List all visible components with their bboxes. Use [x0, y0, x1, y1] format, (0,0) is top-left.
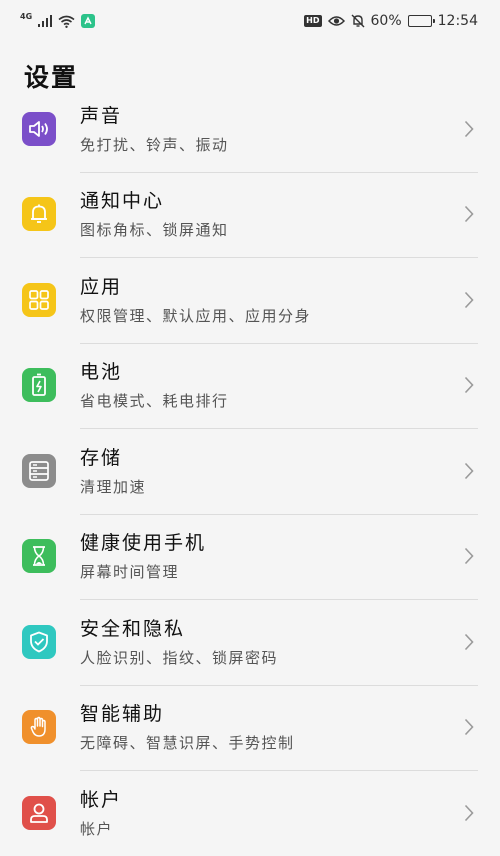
- chevron-right-icon: [464, 633, 474, 650]
- network-type: 4G: [20, 12, 33, 21]
- settings-item-subtitle: 权限管理、默认应用、应用分身: [80, 306, 312, 325]
- signal-icon: [38, 15, 53, 27]
- settings-item-apps[interactable]: 应用 权限管理、默认应用、应用分身: [0, 257, 500, 343]
- mute-bell-icon: [351, 14, 365, 28]
- shortcut-app-icon: [81, 14, 96, 28]
- settings-item-title: 声音: [80, 104, 123, 127]
- hourglass-icon: [22, 539, 56, 574]
- settings-item-title: 帐户: [80, 788, 123, 811]
- settings-item-subtitle: 无障碍、智慧识屏、手势控制: [80, 734, 295, 753]
- settings-item-subtitle: 图标角标、锁屏通知: [80, 221, 229, 240]
- settings-item-subtitle: 屏幕时间管理: [80, 563, 180, 582]
- settings-item-title: 应用: [80, 275, 123, 298]
- settings-item-sound[interactable]: 声音 免打扰、铃声、振动: [0, 86, 500, 172]
- eye-comfort-icon: [327, 15, 345, 27]
- settings-item-title: 存储: [80, 446, 123, 469]
- status-right: HD 60% 12:54: [304, 13, 478, 29]
- status-left: 4G: [20, 12, 96, 28]
- status-bar: 4G HD 60% 12:54: [0, 0, 500, 42]
- settings-item-storage[interactable]: 存储 清理加速: [0, 428, 500, 514]
- bell-icon: [22, 197, 56, 232]
- clock: 12:54: [437, 13, 478, 29]
- settings-item-subtitle: 帐户: [80, 819, 114, 838]
- battery-charge-icon: [22, 368, 56, 403]
- wifi-icon: [58, 15, 75, 28]
- settings-item-text: 声音 免打扰、铃声、振动: [80, 103, 500, 155]
- chevron-right-icon: [464, 377, 474, 394]
- settings-item-text: 健康使用手机 屏幕时间管理: [80, 530, 500, 582]
- chevron-right-icon: [464, 804, 474, 821]
- settings-item-assist[interactable]: 智能辅助 无障碍、智慧识屏、手势控制: [0, 684, 500, 771]
- settings-item-text: 通知中心 图标角标、锁屏通知: [80, 188, 500, 240]
- hand-icon: [22, 710, 56, 745]
- settings-item-text: 智能辅助 无障碍、智慧识屏、手势控制: [80, 701, 500, 753]
- settings-item-accounts[interactable]: 帐户 帐户: [0, 770, 500, 856]
- chevron-right-icon: [464, 120, 474, 137]
- person-icon: [22, 795, 56, 830]
- storage-icon: [22, 453, 56, 488]
- settings-item-text: 应用 权限管理、默认应用、应用分身: [80, 274, 500, 326]
- speaker-icon: [22, 111, 56, 146]
- settings-item-title: 智能辅助: [80, 703, 165, 726]
- settings-item-digital-balance[interactable]: 健康使用手机 屏幕时间管理: [0, 513, 500, 600]
- settings-item-battery[interactable]: 电池 省电模式、耗电排行: [0, 342, 500, 429]
- chevron-right-icon: [464, 719, 474, 736]
- apps-grid-icon: [22, 282, 56, 317]
- settings-item-text: 帐户 帐户: [80, 787, 500, 839]
- chevron-right-icon: [464, 206, 474, 223]
- settings-item-text: 存储 清理加速: [80, 445, 500, 497]
- settings-item-title: 健康使用手机: [80, 532, 207, 555]
- settings-item-notifications[interactable]: 通知中心 图标角标、锁屏通知: [0, 171, 500, 258]
- battery-icon: [407, 15, 435, 27]
- battery-percent: 60%: [370, 13, 402, 29]
- settings-item-title: 通知中心: [80, 190, 165, 213]
- settings-item-title: 安全和隐私: [80, 617, 186, 640]
- shield-icon: [22, 624, 56, 659]
- settings-item-security[interactable]: 安全和隐私 人脸识别、指纹、锁屏密码: [0, 599, 500, 685]
- settings-item-subtitle: 省电模式、耗电排行: [80, 392, 229, 411]
- settings-item-subtitle: 人脸识别、指纹、锁屏密码: [80, 648, 279, 667]
- settings-item-title: 电池: [80, 361, 123, 384]
- settings-item-subtitle: 清理加速: [80, 477, 147, 496]
- hd-icon: HD: [304, 15, 322, 27]
- settings-item-text: 电池 省电模式、耗电排行: [80, 359, 500, 411]
- chevron-right-icon: [464, 548, 474, 565]
- chevron-right-icon: [464, 462, 474, 479]
- settings-list: 声音 免打扰、铃声、振动 通知中心 图标角标、锁屏通知 应用 权限管理、默认应用…: [0, 86, 500, 856]
- settings-item-text: 安全和隐私 人脸识别、指纹、锁屏密码: [80, 616, 500, 668]
- settings-item-subtitle: 免打扰、铃声、振动: [80, 135, 229, 154]
- chevron-right-icon: [464, 291, 474, 308]
